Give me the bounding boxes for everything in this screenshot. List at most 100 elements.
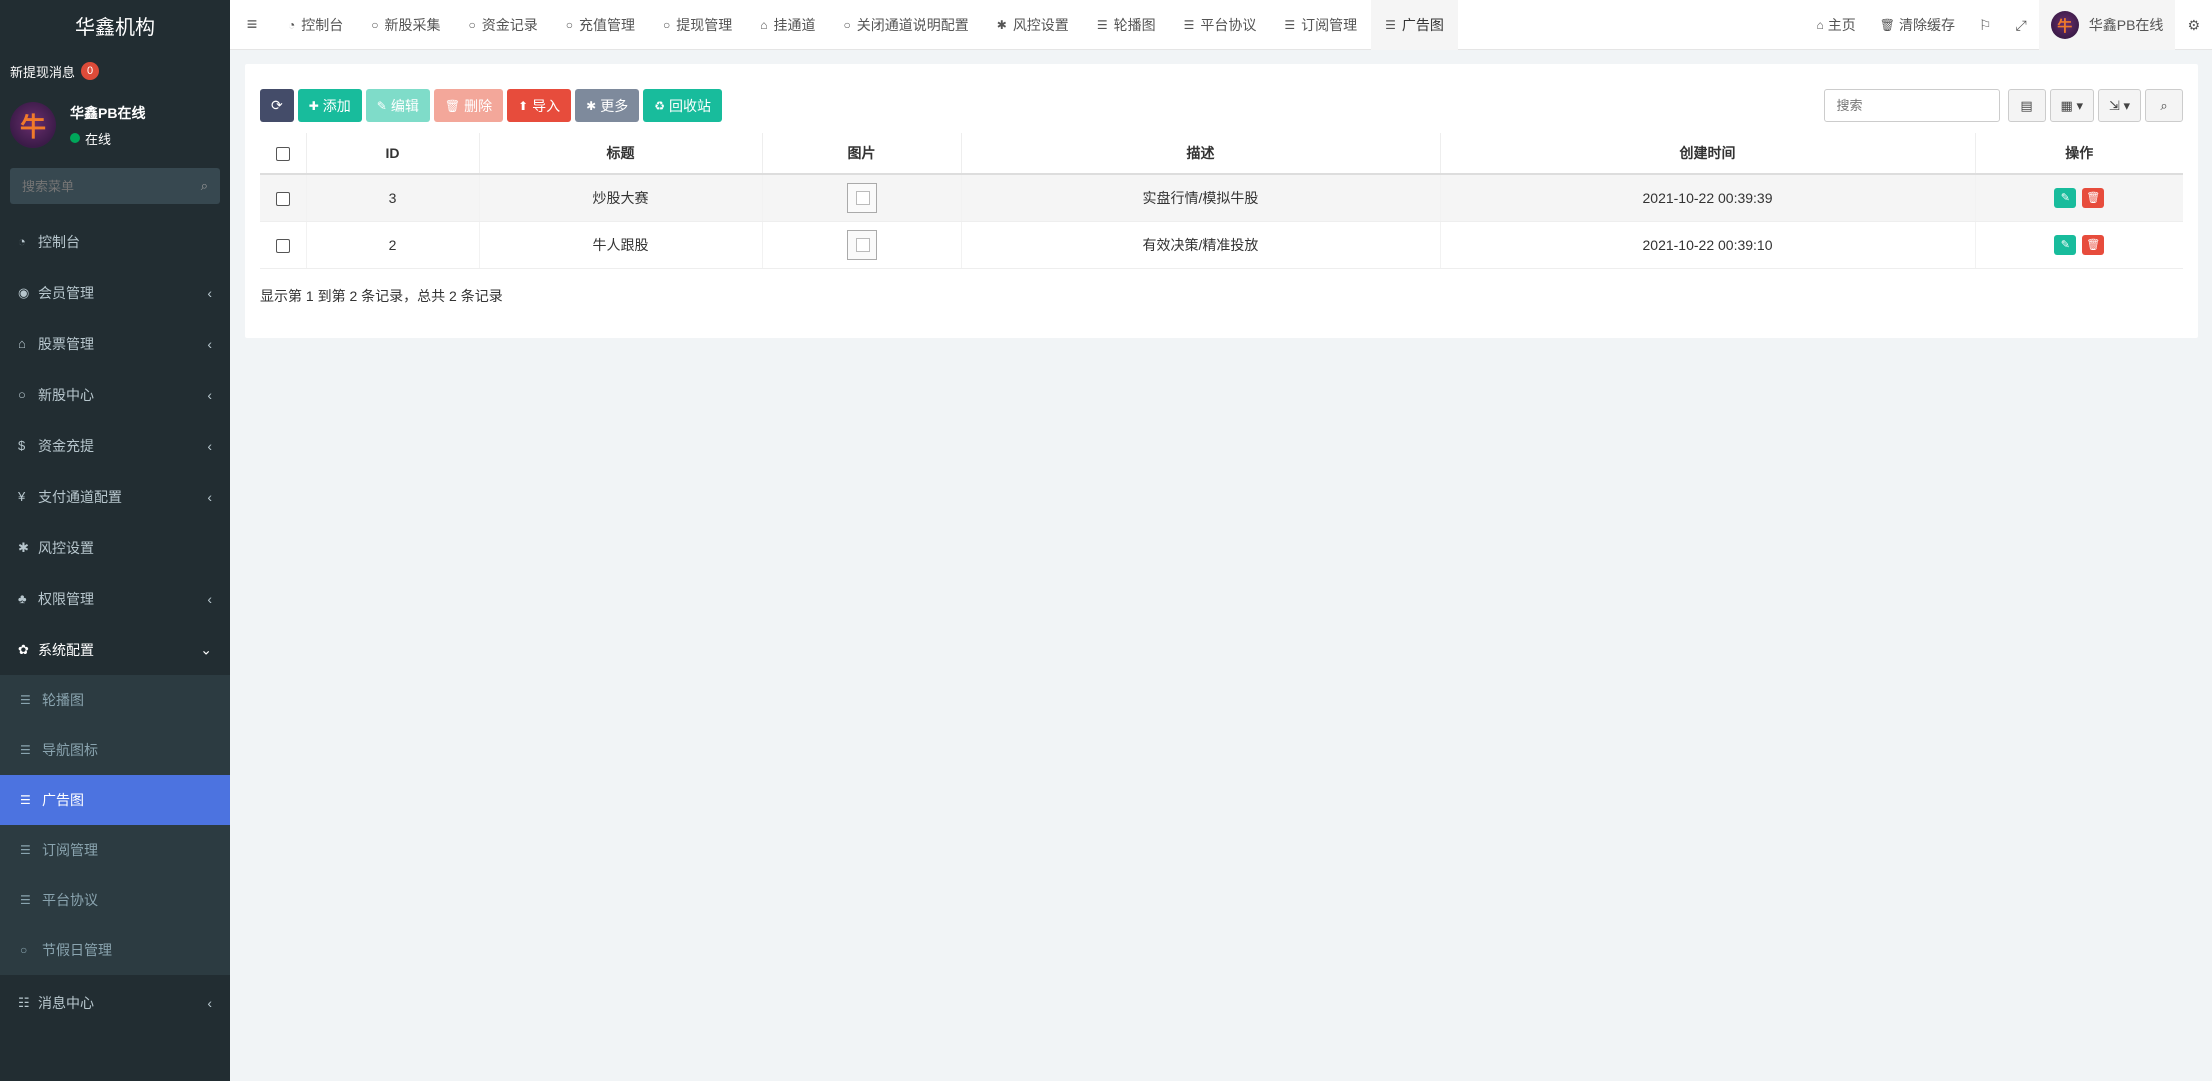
- table-search-input[interactable]: [1823, 89, 2000, 122]
- search-icon[interactable]: ⌕: [201, 178, 208, 194]
- tab-7[interactable]: ✱ 风控设置: [983, 0, 1083, 50]
- plus-icon: ✚: [308, 98, 319, 113]
- submenu-item-label: 广告图: [42, 792, 84, 808]
- avatar: 牛: [2050, 11, 2079, 39]
- column-header[interactable]: 创建时间: [1440, 133, 1976, 175]
- app-logo[interactable]: 华鑫机构: [0, 0, 230, 50]
- cell-description: 有效决策/精准投放: [961, 221, 1441, 269]
- tab-9[interactable]: ☰ 平台协议: [1170, 0, 1271, 50]
- topbar: ≡ ◔ 控制台 ○ 新股采集 ○ 资金记录 ○ 充值管理 ○ 提现管理 ⌂ 挂通道 ○ 关闭通道说明配置 ✱…: [230, 0, 2212, 50]
- sidebar-search: ⌕: [10, 168, 220, 204]
- tab-8[interactable]: ☰ 轮播图: [1083, 0, 1170, 50]
- tab-5[interactable]: ⌂ 挂通道: [746, 0, 829, 50]
- group-icon: ♣: [18, 591, 27, 606]
- sidebar-item-0[interactable]: ◔ 控制台: [0, 216, 230, 267]
- fullscreen-button[interactable]: ⤢: [2004, 0, 2039, 50]
- tab-label: 风控设置: [1012, 16, 1069, 33]
- cell-title: 牛人跟股: [479, 221, 763, 269]
- add-button[interactable]: ✚ 添加: [297, 89, 362, 122]
- tab-1[interactable]: ○ 新股采集: [357, 0, 454, 50]
- image-thumbnail-icon[interactable]: [846, 182, 877, 213]
- table-row[interactable]: 2 牛人跟股 有效决策/精准投放 2021-10-22 00:39:10 ✎ 🗑: [260, 221, 2183, 269]
- submenu-item-3[interactable]: ☰ 订阅管理: [0, 825, 230, 875]
- tab-10[interactable]: ☰ 订阅管理: [1270, 0, 1371, 50]
- settings-button[interactable]: ⚙: [2175, 0, 2212, 50]
- content-panel: ⟳ ✚ 添加 ✎ 编辑 🗑 删除 ⬆ 导入 ✱ 更多 ♻ 回收站 ▤ ▦ ▾: [245, 64, 2198, 338]
- chevron-left-icon: ‹: [207, 488, 212, 505]
- sidebar-item-1[interactable]: ◉ 会员管理 ‹: [0, 267, 230, 318]
- user-menu[interactable]: 牛 华鑫PB在线: [2038, 0, 2176, 50]
- column-header[interactable]: 标题: [479, 133, 763, 175]
- recycle-bin-button[interactable]: ♻ 回收站: [643, 89, 722, 122]
- table-row[interactable]: 3 炒股大赛 实盘行情/模拟牛股 2021-10-22 00:39:39 ✎ 🗑: [260, 174, 2183, 222]
- menu-search-input[interactable]: [22, 178, 201, 194]
- home-link[interactable]: ⌂ 主页: [1805, 0, 1868, 50]
- sidebar-item-system-config[interactable]: ✿ 系统配置 ⌄: [0, 624, 230, 675]
- submenu-item-5[interactable]: ○ 节假日管理: [0, 925, 230, 975]
- tab-11[interactable]: ☰ 广告图: [1371, 0, 1458, 50]
- toggle-view-button[interactable]: ▤: [2007, 89, 2046, 122]
- avatar: 牛: [10, 102, 56, 148]
- columns-button[interactable]: ▦ ▾: [2049, 89, 2094, 122]
- dashboard-icon: ◔: [18, 234, 26, 249]
- edit-button[interactable]: ✎ 编辑: [365, 89, 430, 122]
- cell-description: 实盘行情/模拟牛股: [961, 174, 1441, 222]
- withdraw-notice[interactable]: 新提现消息 0: [0, 50, 230, 92]
- row-edit-button[interactable]: ✎: [2054, 234, 2077, 255]
- sidebar-item-label: 风控设置: [38, 539, 94, 556]
- select-all-checkbox[interactable]: [275, 147, 290, 162]
- list-icon: ☰: [1385, 17, 1396, 32]
- sidebar-item-message-center[interactable]: ☷ 消息中心 ‹: [0, 977, 230, 1028]
- delete-button[interactable]: 🗑 删除: [433, 89, 504, 122]
- cell-title: 炒股大赛: [479, 174, 763, 222]
- language-button[interactable]: ⚐: [1967, 0, 2004, 50]
- column-header[interactable]: 图片: [762, 133, 962, 175]
- sidebar-item-6[interactable]: ✱ 风控设置: [0, 522, 230, 573]
- chevron-left-icon: ‹: [207, 284, 212, 301]
- row-edit-button[interactable]: ✎: [2054, 187, 2077, 208]
- tab-label: 订阅管理: [1301, 16, 1358, 33]
- row-checkbox[interactable]: [275, 191, 290, 206]
- recycle-label: 回收站: [668, 97, 711, 114]
- image-thumbnail-icon[interactable]: [846, 229, 877, 260]
- tab-3[interactable]: ○ 充值管理: [552, 0, 649, 50]
- sidebar-item-label: 资金充提: [38, 437, 94, 454]
- fullscreen-icon: ⤢: [2015, 16, 2027, 33]
- tab-0[interactable]: ◔ 控制台: [274, 0, 357, 50]
- submenu-item-1[interactable]: ☰ 导航图标: [0, 725, 230, 775]
- advanced-search-button[interactable]: ⌕: [2145, 89, 2183, 122]
- submenu-item-2[interactable]: ☰ 广告图: [0, 775, 230, 825]
- cell-id: 3: [306, 174, 480, 222]
- gear-icon: ✿: [18, 641, 29, 657]
- menu-toggle-icon[interactable]: ≡: [230, 14, 274, 35]
- circle-icon: ○: [468, 17, 476, 32]
- sidebar-item-4[interactable]: $ 资金充提 ‹: [0, 420, 230, 471]
- tab-2[interactable]: ○ 资金记录: [455, 0, 552, 50]
- column-header[interactable]: 描述: [961, 133, 1441, 175]
- column-header[interactable]: ID: [306, 133, 480, 175]
- submenu-item-4[interactable]: ☰ 平台协议: [0, 875, 230, 925]
- sidebar-item-3[interactable]: ○ 新股中心 ‹: [0, 369, 230, 420]
- circle-icon: ○: [20, 943, 28, 957]
- row-delete-button[interactable]: 🗑: [2082, 234, 2105, 255]
- chevron-left-icon: ‹: [207, 386, 212, 403]
- tab-6[interactable]: ○ 关闭通道说明配置: [830, 0, 983, 50]
- list-icon: ☷: [18, 994, 30, 1010]
- import-button[interactable]: ⬆ 导入: [507, 89, 572, 122]
- row-checkbox[interactable]: [275, 238, 290, 253]
- export-button[interactable]: ⇲ ▾: [2097, 89, 2141, 122]
- row-delete-button[interactable]: 🗑: [2082, 187, 2105, 208]
- sidebar-item-5[interactable]: ¥ 支付通道配置 ‹: [0, 471, 230, 522]
- sidebar-item-label: 控制台: [38, 233, 80, 250]
- sidebar-item-2[interactable]: ⌂ 股票管理 ‹: [0, 318, 230, 369]
- refresh-icon: ⟳: [271, 97, 283, 113]
- clear-cache-button[interactable]: 🗑 清除缓存: [1868, 0, 1967, 50]
- submenu-item-0[interactable]: ☰ 轮播图: [0, 675, 230, 725]
- tab-4[interactable]: ○ 提现管理: [649, 0, 746, 50]
- more-button[interactable]: ✱ 更多: [575, 89, 640, 122]
- sidebar-item-7[interactable]: ♣ 权限管理 ‹: [0, 573, 230, 624]
- refresh-button[interactable]: ⟳: [260, 89, 294, 122]
- sidebar: 华鑫机构 新提现消息 0 牛 华鑫PB在线 在线 ⌕ ◔ 控制台 ◉ 会员管理 ‹ ⌂ 股票…: [0, 0, 230, 1081]
- chevron-down-icon: ⌄: [200, 641, 212, 657]
- user-status-text: 在线: [85, 131, 112, 147]
